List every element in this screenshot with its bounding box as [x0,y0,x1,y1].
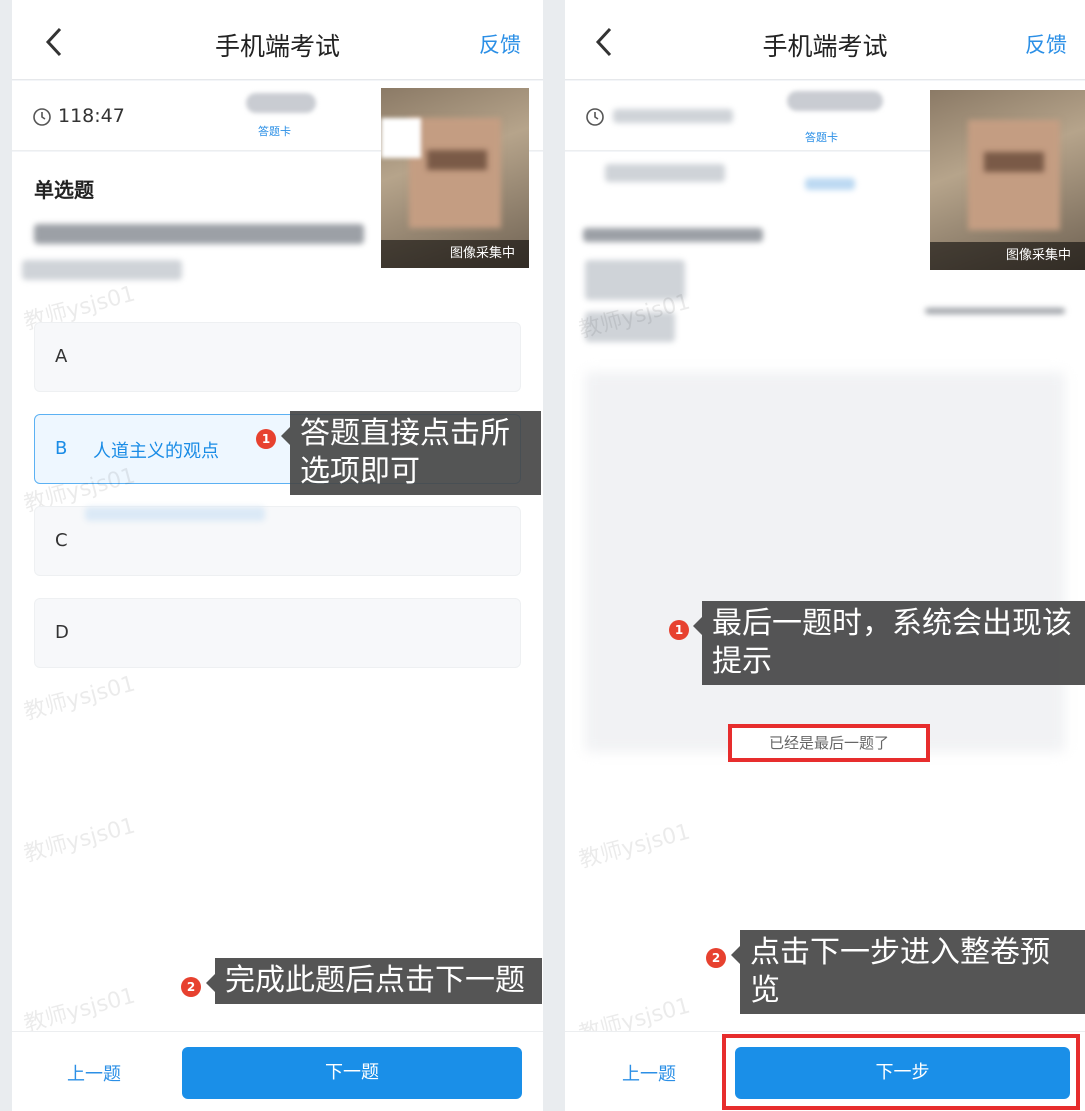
blur-patch [381,118,421,158]
option-letter: A [55,346,68,367]
question-area: 教师ysjs01 教师ysjs01 教师ysjs01 [565,152,1085,1047]
answer-card-icon[interactable] [246,93,316,113]
option-letter: C [55,530,68,551]
option-text: 人道主义的观点 [93,441,219,462]
option-a[interactable]: A [34,322,521,392]
countdown-timer: 118:47 [58,105,125,127]
watermark: 教师ysjs01 [21,983,139,1038]
question-area: 单选题 教师ysjs01 A B 人道主义的观点 教师ysjs01 C D 教师… [12,152,543,1037]
watermark: 教师ysjs01 [21,813,139,868]
option-d[interactable]: D [34,598,521,668]
top-bar: 手机端考试 反馈 [12,0,543,80]
prev-question-button[interactable]: 上一题 [67,1060,121,1086]
camera-status: 图像采集中 [930,242,1085,270]
face-blur [409,118,501,228]
feedback-link[interactable]: 反馈 [479,29,521,59]
camera-preview: 图像采集中 [930,90,1085,270]
left-phone-screen: 手机端考试 反馈 118:47 答题卡 单选题 教师ysjs01 A B 人道主… [12,0,543,1111]
face-blur-detail [427,150,487,170]
camera-status: 图像采集中 [381,240,529,268]
tutorial-callout: 点击下一步进入整卷预览 [731,930,1085,1014]
question-text-redacted-2 [22,260,182,280]
clock-icon [33,108,51,126]
face-blur-detail [984,152,1044,172]
clock-icon [586,108,604,126]
feedback-link[interactable]: 反馈 [1025,29,1067,59]
tutorial-callout: 答题直接点击所选项即可 [281,411,541,495]
watermark: 教师ysjs01 [21,671,139,726]
step-badge: 1 [256,429,276,449]
top-bar: 手机端考试 反馈 [565,0,1085,80]
watermark: 教师ysjs01 [576,819,694,874]
camera-preview: 图像采集中 [381,88,529,268]
prev-question-button[interactable]: 上一题 [622,1060,676,1086]
next-step-highlight [722,1034,1080,1110]
question-text-redacted [34,224,364,244]
option-text-redacted [85,507,265,521]
tutorial-callout: 完成此题后点击下一题 [206,958,542,1004]
question-type: 单选题 [34,178,94,202]
face-blur [968,120,1060,230]
answer-card-icon[interactable] [787,91,883,111]
next-question-button[interactable]: 下一题 [182,1047,522,1099]
option-letter: D [55,622,69,643]
question-text-redacted [605,164,725,182]
step-badge: 2 [181,977,201,997]
answer-card-label[interactable]: 答题卡 [258,123,291,139]
options-redacted [585,372,1065,752]
question-header-redacted [805,178,855,190]
page-title: 手机端考试 [762,32,888,61]
option-c[interactable]: C [34,506,521,576]
option-letter: B [55,438,68,459]
step-badge: 2 [706,948,726,968]
last-question-toast: 已经是最后一题了 [728,724,930,762]
tutorial-callout: 最后一题时，系统会出现该提示 [693,601,1085,685]
bottom-bar: 上一题 下一题 [12,1031,543,1111]
page-title: 手机端考试 [214,32,340,61]
answer-card-label[interactable]: 答题卡 [805,129,838,145]
timer-redacted [613,109,733,123]
question-text-redacted-2 [583,228,763,242]
question-text-redacted-5 [925,308,1065,314]
step-badge: 1 [669,620,689,640]
